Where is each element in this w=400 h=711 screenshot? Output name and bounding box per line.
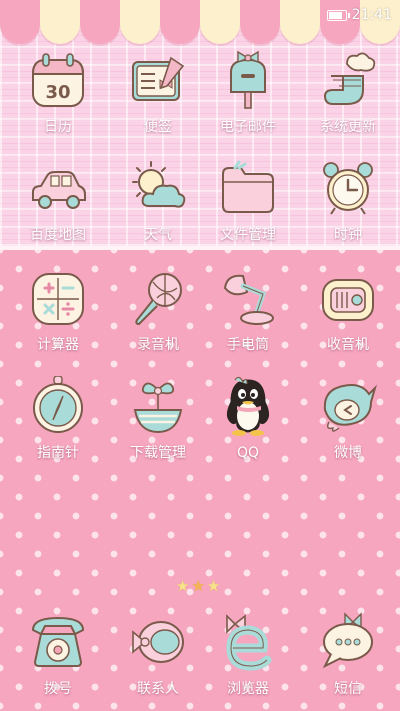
app-baidu-map[interactable]: 百度地图	[8, 158, 108, 258]
app-label: 天气	[144, 227, 172, 243]
app-compass[interactable]: 指南针	[8, 376, 108, 476]
app-clock[interactable]: 时钟	[298, 158, 398, 258]
alarm-clock-icon	[323, 162, 373, 215]
clock-time: 21:41	[351, 7, 392, 23]
app-label: 百度地图	[30, 227, 86, 243]
app-email[interactable]: 电子邮件	[198, 50, 298, 150]
awning-stripe	[160, 0, 200, 44]
app-weibo[interactable]: 微博	[298, 376, 398, 476]
awning-stripe	[80, 0, 120, 44]
app-notes[interactable]: 便签	[108, 50, 208, 150]
status-bar: 21:41	[326, 5, 392, 25]
app-label: 微博	[334, 445, 362, 461]
app-label: 联系人	[137, 681, 179, 697]
app-system-update[interactable]: 系统更新	[298, 50, 398, 150]
app-radio[interactable]: 收音机	[298, 268, 398, 368]
awning-stripe	[200, 0, 240, 44]
app-weather[interactable]: 天气	[108, 158, 208, 258]
app-label: 日历	[44, 119, 72, 135]
app-label: QQ	[236, 445, 260, 461]
page-dot-star-icon[interactable]: ★	[207, 577, 220, 595]
mailbox-icon	[230, 50, 266, 109]
browser-e-icon	[226, 614, 272, 671]
page-dot-star-icon[interactable]: ★	[176, 577, 189, 595]
awning-stripe	[40, 0, 80, 44]
message-bubble-icon	[322, 612, 373, 669]
download-basket-icon	[133, 382, 183, 434]
app-label: 计算器	[37, 337, 79, 353]
app-label: 系统更新	[320, 119, 376, 135]
app-label: 文件管理	[220, 227, 276, 243]
dock-app-messages[interactable]: 短信	[298, 610, 398, 710]
calculator-icon	[32, 273, 84, 325]
car-map-icon	[32, 171, 86, 209]
cloud-sock-update-icon	[323, 52, 376, 105]
app-label: 浏览器	[227, 681, 269, 697]
weibo-bird-icon	[323, 384, 378, 432]
app-label: 拨号	[44, 681, 72, 697]
dock-app-browser[interactable]: 浏览器	[198, 610, 298, 710]
app-flashlight[interactable]: 手电筒	[198, 268, 298, 368]
app-label: 录音机	[137, 337, 179, 353]
awning-stripe	[240, 0, 280, 44]
calendar-icon: 30	[31, 53, 85, 107]
app-label: 下载管理	[130, 445, 186, 461]
desk-lamp-icon	[223, 274, 274, 325]
dock-app-contacts[interactable]: 联系人	[108, 610, 208, 710]
awning-stripe	[280, 0, 320, 44]
calendar-day: 30	[45, 82, 70, 103]
app-calendar[interactable]: 30 日历	[8, 50, 108, 150]
page-dot-star-icon-active[interactable]: ★	[191, 577, 204, 595]
dock-app-dialer[interactable]: 拨号	[8, 610, 108, 710]
notepad-icon	[132, 56, 185, 101]
app-label: 指南针	[37, 445, 79, 461]
awning-stripe	[120, 0, 160, 44]
app-label: 短信	[334, 681, 362, 697]
rotary-phone-icon	[31, 616, 85, 667]
page-indicator[interactable]: ★ ★ ★	[176, 577, 220, 595]
app-label: 收音机	[327, 337, 369, 353]
app-label: 时钟	[334, 227, 362, 243]
contacts-bow-icon	[132, 621, 184, 663]
app-qq[interactable]: QQ	[198, 376, 298, 476]
battery-full-icon	[326, 9, 350, 21]
app-recorder[interactable]: 录音机	[108, 268, 208, 368]
app-label: 便签	[144, 119, 172, 135]
microphone-icon	[135, 273, 182, 326]
compass-icon	[33, 376, 83, 433]
qq-penguin-icon	[226, 376, 270, 436]
app-label: 电子邮件	[220, 119, 276, 135]
app-label: 手电筒	[227, 337, 269, 353]
app-calculator[interactable]: 计算器	[8, 268, 108, 368]
app-file-manager[interactable]: 文件管理	[198, 158, 298, 258]
sun-cloud-weather-icon	[132, 161, 186, 208]
radio-icon	[322, 279, 374, 321]
awning-stripe	[0, 0, 40, 44]
app-download-manager[interactable]: 下载管理	[108, 376, 208, 476]
folder-icon	[222, 160, 274, 213]
